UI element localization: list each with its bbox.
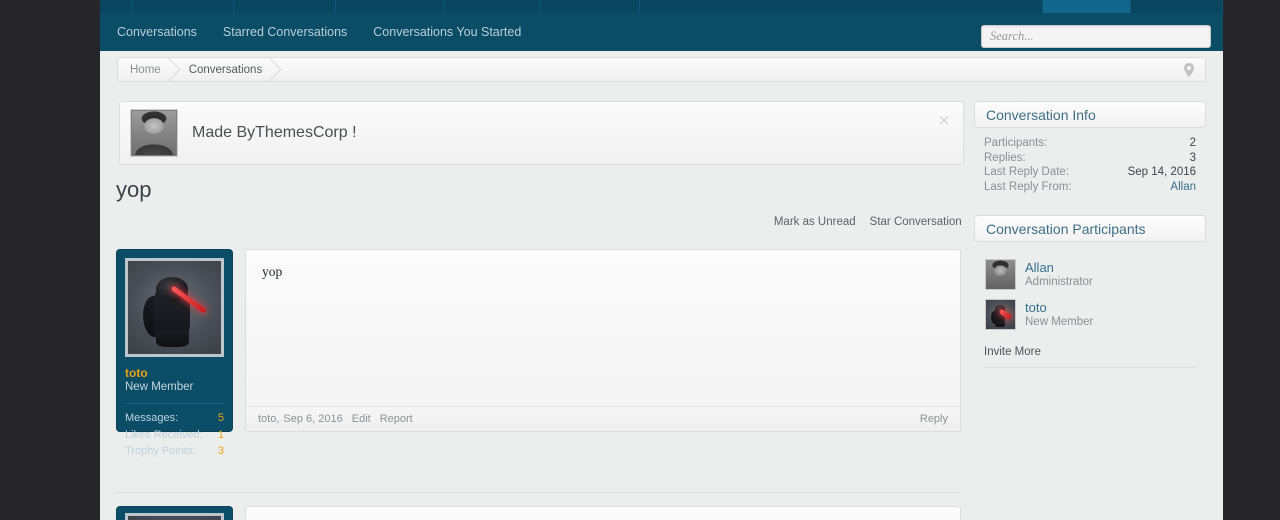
info-row-last-reply-date: Last Reply Date: Sep 14, 2016 [984, 165, 1196, 180]
notice-banner: Made ByThemesCorp ! × [119, 101, 964, 165]
info-label: Replies: [984, 151, 1026, 164]
main-nav-tab[interactable] [132, 0, 234, 13]
participant-role: New Member [1025, 316, 1094, 329]
darth-vader-avatar[interactable] [125, 513, 224, 520]
star-conversation-link[interactable]: Star Conversation [870, 216, 962, 228]
main-nav-tab[interactable] [234, 0, 336, 13]
info-label: Last Reply Date: [984, 166, 1070, 179]
participant-row[interactable]: toto New Member [984, 299, 1196, 331]
message-text [246, 507, 960, 520]
conversation-info-heading: Conversation Info [974, 101, 1206, 128]
participant-name[interactable]: Allan [1025, 260, 1093, 275]
message-user-card [116, 506, 233, 520]
message-author-name[interactable]: toto [125, 366, 224, 380]
main-nav-tab[interactable] [100, 0, 132, 13]
message-footer-date: Sep 6, 2016 [283, 413, 343, 425]
breadcrumb: Home Conversations [117, 57, 1206, 82]
right-sidebar: Conversation Info Participants: 2 Replie… [974, 101, 1206, 369]
invite-more-link[interactable]: Invite More [984, 346, 1196, 369]
stat-row: Messages: 5 [125, 410, 224, 427]
notice-text: Made ByThemesCorp ! [192, 124, 357, 141]
message-text: yop [262, 264, 283, 279]
main-nav-tab[interactable] [640, 0, 1043, 13]
message-block: toto New Member Messages: 5 Likes Receiv… [116, 249, 961, 457]
user-photo-avatar[interactable] [985, 259, 1016, 291]
message-body-panel: yop toto, Sep 6, 2016 Edit Report Reply [245, 249, 961, 432]
info-value: Sep 14, 2016 [1127, 166, 1196, 179]
info-row-participants: Participants: 2 [984, 136, 1196, 151]
info-row-replies: Replies: 3 [984, 151, 1196, 166]
stat-row: Trophy Points: 3 [125, 443, 224, 460]
conversation-participants-heading: Conversation Participants [974, 215, 1206, 243]
info-value: 3 [1189, 151, 1196, 164]
message-block [116, 506, 961, 520]
conversation-info-body: Participants: 2 Replies: 3 Last Reply Da… [974, 128, 1206, 194]
stat-value: 3 [217, 445, 224, 457]
message-author-title: New Member [125, 381, 194, 393]
edit-link[interactable]: Edit [352, 413, 371, 425]
stat-value: 5 [217, 412, 224, 424]
info-row-last-reply-from: Last Reply From: Allan [984, 180, 1196, 195]
subnav-item-conversations[interactable]: Conversations [117, 25, 197, 39]
darth-vader-avatar[interactable] [125, 258, 224, 357]
main-nav-tab[interactable] [1131, 0, 1223, 13]
user-photo-avatar [130, 109, 178, 157]
message-user-card: toto New Member Messages: 5 Likes Receiv… [116, 249, 233, 457]
stat-value: 1 [217, 428, 224, 441]
message-footer: toto, Sep 6, 2016 Edit Report Reply [246, 406, 960, 431]
participant-name[interactable]: toto [1025, 300, 1093, 315]
main-nav-tab[interactable] [540, 0, 640, 13]
darth-vader-avatar[interactable] [985, 299, 1016, 331]
conversation-participants-panel: Conversation Participants Allan Administ… [974, 215, 1206, 369]
top-navigation-bar: Conversations Starred Conversations Conv… [100, 0, 1223, 51]
participants-list: Allan Administrator toto New Member Invi… [974, 242, 1206, 369]
breadcrumb-item-home[interactable]: Home [118, 58, 177, 81]
message-divider [116, 492, 961, 493]
reply-link[interactable]: Reply [920, 413, 948, 425]
stat-label: Trophy Points: [125, 445, 196, 457]
mark-as-unread-link[interactable]: Mark as Unread [774, 216, 856, 228]
main-nav-tabstrip[interactable] [100, 0, 1223, 13]
breadcrumb-item-conversations[interactable]: Conversations [177, 58, 279, 81]
main-nav-tab-selected[interactable] [1043, 0, 1131, 13]
stat-label: Messages: [125, 412, 179, 424]
info-value: 2 [1189, 137, 1196, 149]
subnav-item-conversations-you-started[interactable]: Conversations You Started [373, 25, 521, 39]
info-label: Last Reply From: [984, 180, 1072, 193]
user-stats: Messages: 5 Likes Received: 1 Trophy Poi… [125, 403, 224, 460]
last-reply-from-link[interactable]: Allan [1170, 180, 1196, 195]
participant-role: Administrator [1025, 276, 1093, 289]
forum-page: Conversations Starred Conversations Conv… [100, 0, 1223, 520]
close-icon[interactable]: × [937, 113, 951, 128]
message-body-panel [245, 506, 961, 520]
location-pin-icon[interactable] [1183, 63, 1195, 77]
stat-label: Likes Received: [125, 428, 203, 441]
subnav-item-starred-conversations[interactable]: Starred Conversations [223, 25, 347, 39]
info-label: Participants: [984, 137, 1048, 149]
message-footer-author: toto, [258, 413, 280, 425]
participant-row[interactable]: Allan Administrator [984, 259, 1196, 291]
search-box[interactable] [981, 25, 1211, 48]
search-input[interactable] [982, 26, 1210, 47]
main-nav-tab[interactable] [444, 0, 540, 13]
report-link[interactable]: Report [380, 413, 413, 425]
main-nav-tab[interactable] [336, 0, 444, 13]
stat-row: Likes Received: 1 [125, 427, 224, 444]
page-title: yop [116, 177, 152, 202]
